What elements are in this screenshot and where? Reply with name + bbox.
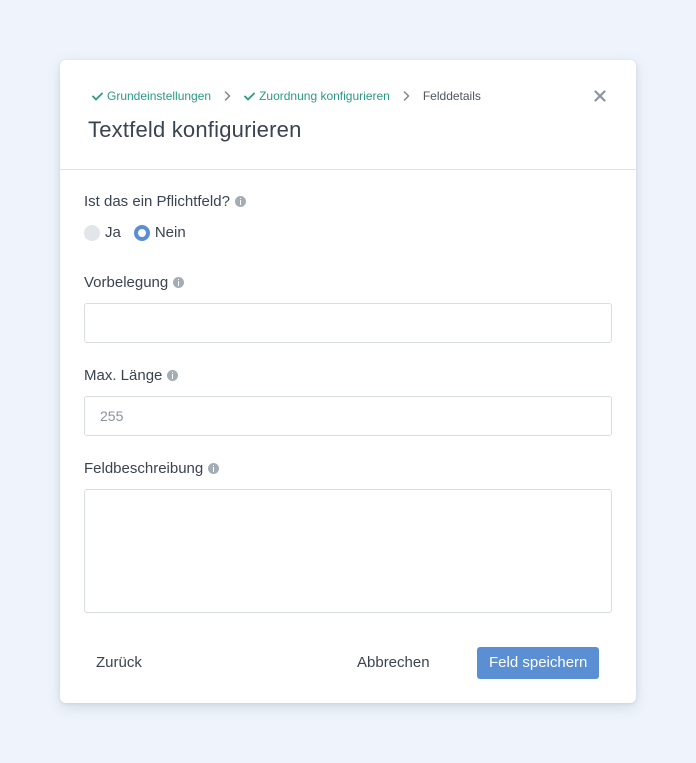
check-icon <box>244 92 255 100</box>
required-field-label-row: Ist das ein Pflichtfeld? <box>84 193 246 210</box>
default-value-input[interactable] <box>84 303 612 343</box>
default-value-label: Vorbelegung <box>84 274 169 291</box>
chevron-right-icon <box>224 91 231 101</box>
required-field-label: Ist das ein Pflichtfeld? <box>84 193 230 210</box>
cancel-button[interactable]: Abbrechen <box>357 647 430 679</box>
dialog-title: Textfeld konfigurieren <box>88 117 302 142</box>
check-icon <box>92 92 103 100</box>
description-textarea[interactable] <box>84 489 612 613</box>
breadcrumb-step-mapping[interactable]: Zuordnung konfigurieren <box>244 89 390 103</box>
breadcrumb-step-label: Zuordnung konfigurieren <box>259 89 390 103</box>
description-label-row: Feldbeschreibung <box>84 460 220 477</box>
max-length-label: Max. Länge <box>84 367 163 384</box>
radio-yes[interactable]: Ja <box>84 224 121 241</box>
info-icon[interactable] <box>173 277 185 288</box>
radio-yes-label: Ja <box>105 224 121 241</box>
breadcrumb-step-basic-settings[interactable]: Grundeinstellungen <box>92 89 211 103</box>
configure-field-dialog: Grundeinstellungen Zuordnung konfigurier… <box>60 60 636 703</box>
radio-button-unchecked[interactable] <box>84 224 100 241</box>
breadcrumb-step-label: Felddetails <box>422 89 481 103</box>
save-field-button[interactable]: Feld speichern <box>477 647 600 679</box>
default-value-label-row: Vorbelegung <box>84 274 185 291</box>
max-length-input[interactable]: 255 <box>84 396 612 436</box>
radio-no-label: Nein <box>154 224 186 241</box>
required-radio-group: Ja Nein <box>84 224 186 241</box>
radio-no[interactable]: Nein <box>133 224 186 241</box>
info-icon[interactable] <box>167 370 179 381</box>
back-button[interactable]: Zurück <box>96 647 142 679</box>
dialog-header: Grundeinstellungen Zuordnung konfigurier… <box>60 60 636 170</box>
info-icon[interactable] <box>208 463 220 474</box>
description-label: Feldbeschreibung <box>84 460 204 477</box>
close-icon[interactable] <box>594 90 606 102</box>
breadcrumb-step-label: Grundeinstellungen <box>107 89 212 103</box>
radio-button-checked[interactable] <box>133 224 150 241</box>
breadcrumb: Grundeinstellungen Zuordnung konfigurier… <box>92 89 481 103</box>
chevron-right-icon <box>403 91 410 101</box>
max-length-placeholder: 255 <box>100 408 124 424</box>
info-icon[interactable] <box>234 196 246 207</box>
breadcrumb-step-field-details: Felddetails <box>423 89 481 103</box>
max-length-label-row: Max. Länge <box>84 367 179 384</box>
